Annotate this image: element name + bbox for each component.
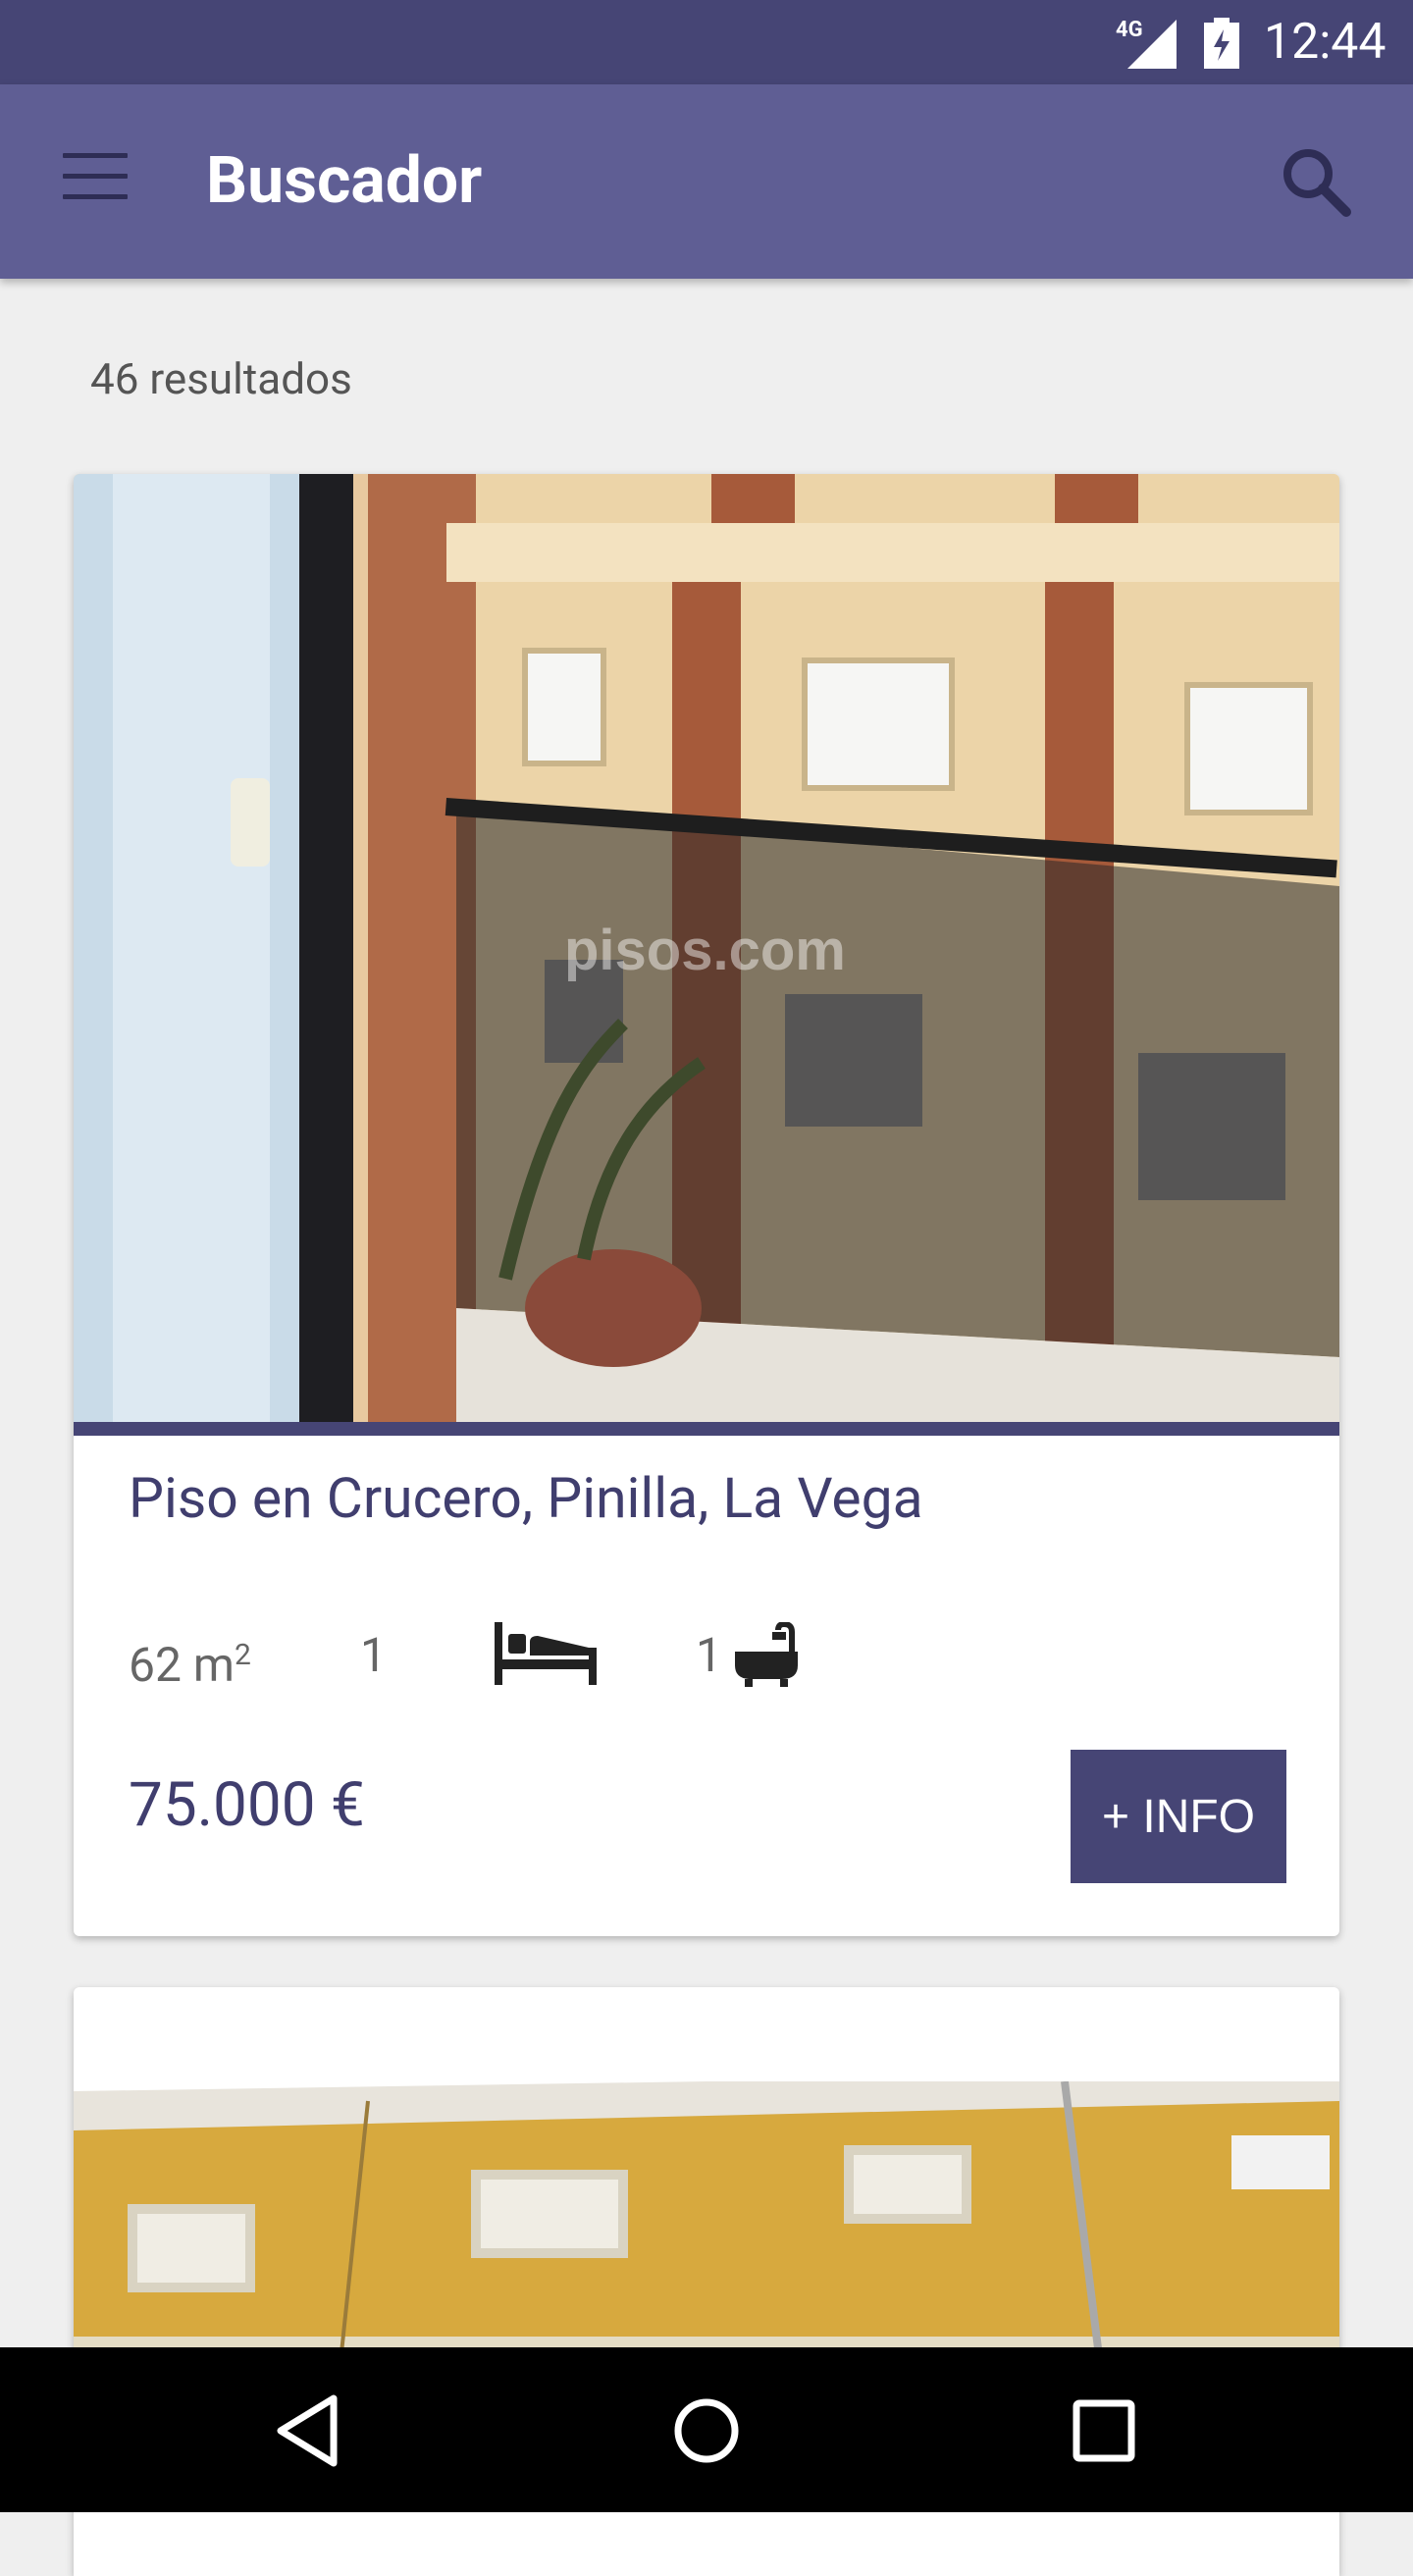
listing-features: 62 m2 1 1	[129, 1616, 1208, 1695]
page-title: Buscador	[206, 143, 483, 219]
listing-card[interactable]: pisos.com Piso en Crucero, Pinilla, La V…	[74, 474, 1339, 1936]
home-icon[interactable]	[662, 2387, 751, 2475]
bed-icon	[495, 1622, 597, 1685]
listing-photo[interactable]: pisos.com	[74, 474, 1339, 1422]
listing-title[interactable]: Piso en Crucero, Pinilla, La Vega	[129, 1465, 923, 1531]
area-value: 62 m2	[129, 1637, 251, 1693]
menu-icon[interactable]	[63, 153, 128, 204]
status-bar: 4G 12:44	[0, 0, 1413, 84]
bedrooms-count: 1	[360, 1627, 387, 1683]
signal-icon: 4G	[1116, 18, 1177, 69]
back-icon[interactable]	[265, 2387, 353, 2475]
recents-icon[interactable]	[1060, 2387, 1148, 2475]
clock: 12:44	[1264, 14, 1387, 71]
listing-price: 75.000 €	[129, 1769, 365, 1841]
results-count: 46 resultados	[90, 353, 352, 404]
photo-divider	[74, 1422, 1339, 1436]
battery-charging-icon	[1204, 18, 1239, 69]
more-info-button[interactable]: + INFO	[1071, 1750, 1286, 1883]
watermark-text: pisos.com	[564, 919, 846, 982]
search-icon[interactable]	[1280, 145, 1352, 218]
system-nav-bar	[0, 2347, 1413, 2512]
bathtub-icon	[735, 1620, 798, 1687]
app-bar: Buscador	[0, 84, 1413, 279]
bathrooms-count: 1	[696, 1627, 722, 1683]
